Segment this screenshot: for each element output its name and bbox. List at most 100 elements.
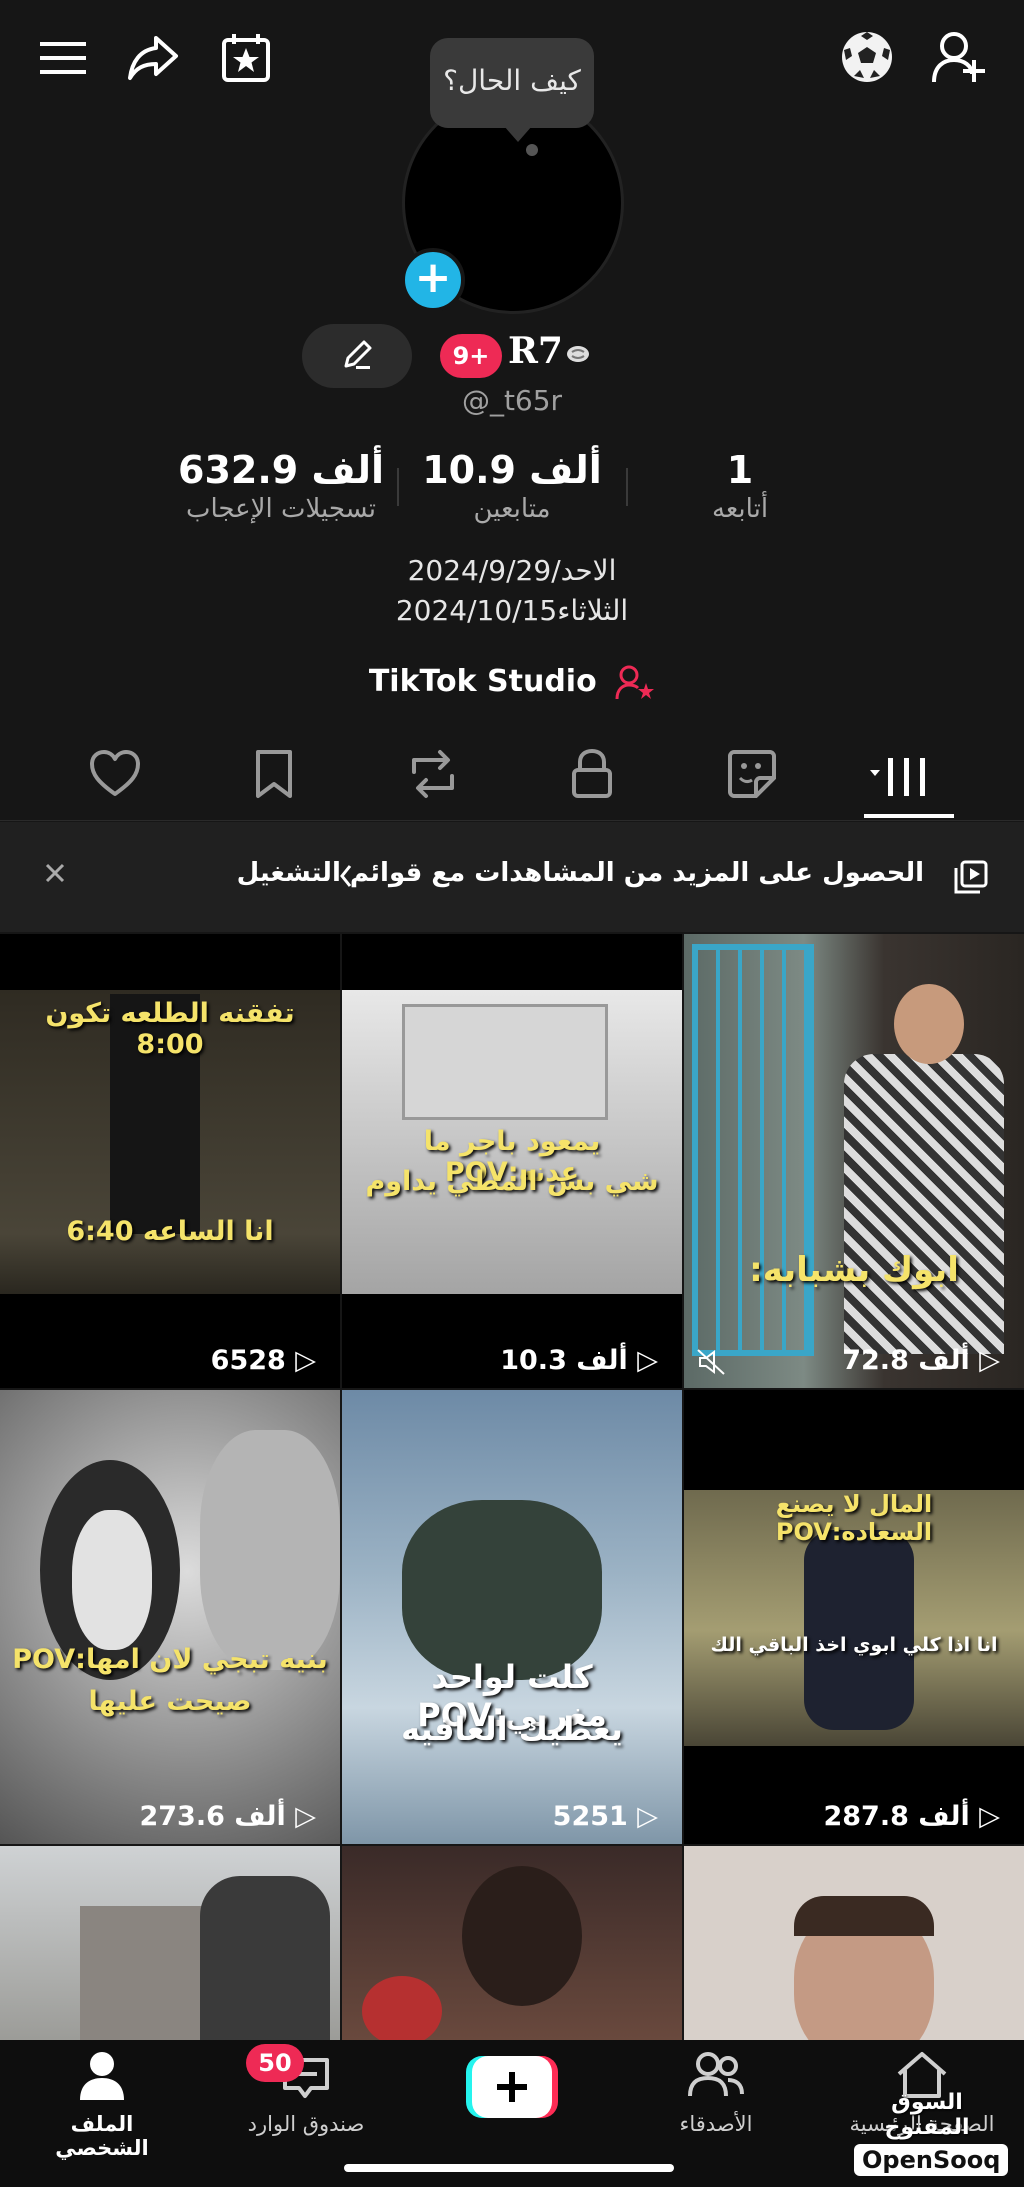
video-thumbnail[interactable]: كلت لواحد مغربي:POV يعطيك العافيه 5251 ▷ bbox=[342, 1390, 682, 1844]
view-count-text: 72.8 ألف bbox=[842, 1345, 970, 1376]
opensooq-watermark: السوق المفتوح OpenSooq bbox=[854, 2090, 1009, 2176]
video-thumbnail[interactable]: ابوك بشبابه: 72.8 ألف ▷ bbox=[684, 934, 1024, 1388]
profile-tabs bbox=[0, 740, 1024, 820]
bio-line-2: الثلاثاء2024/10/15 bbox=[395, 594, 629, 627]
status-bubble-text: كيف الحال؟ bbox=[443, 64, 581, 97]
view-count: 273.6 ألف ▷ bbox=[139, 1801, 316, 1832]
person-icon bbox=[78, 2050, 126, 2100]
video-caption: المال لا يصنع السعاده:POV bbox=[775, 1490, 933, 1546]
stat-likes-label: تسجيلات الإعجاب bbox=[185, 494, 377, 524]
view-count-text: 10.3 ألف bbox=[500, 1345, 628, 1376]
stat-likes-value: 632.9 ألف bbox=[178, 448, 384, 492]
divider bbox=[626, 468, 628, 506]
inbox-badge: 50 bbox=[246, 2044, 304, 2082]
add-friend-icon[interactable] bbox=[932, 30, 988, 84]
stat-followers-value: 10.9 ألف bbox=[422, 448, 602, 492]
nav-friends[interactable]: الأصدقاء bbox=[636, 2050, 796, 2136]
watermark-english: OpenSooq bbox=[854, 2144, 1009, 2176]
profile-handle: @_t65r bbox=[461, 384, 563, 417]
tab-videos[interactable] bbox=[866, 748, 958, 808]
bubble-dot bbox=[526, 144, 538, 156]
thumbnail-window bbox=[402, 1004, 608, 1120]
view-count: 72.8 ألف ▷ bbox=[842, 1345, 1000, 1376]
playlist-icon bbox=[954, 860, 988, 894]
video-caption: يعطيك العافيه bbox=[401, 1710, 623, 1748]
thumbnail-face bbox=[72, 1510, 152, 1650]
home-indicator bbox=[344, 2164, 674, 2172]
video-thumbnail[interactable]: بنيه تبجي لان امها:POV صيحت عليها 273.6 … bbox=[0, 1390, 340, 1844]
stat-following[interactable]: 1 أتابعه bbox=[660, 448, 820, 524]
thumbnail-crowd bbox=[362, 1976, 442, 2046]
edit-profile-button[interactable] bbox=[302, 324, 412, 388]
thumbnail-figure bbox=[402, 1500, 602, 1680]
mute-icon bbox=[696, 1348, 726, 1376]
share-icon[interactable] bbox=[126, 34, 180, 82]
banner-text: الحصول على المزيد من المشاهدات مع قوائم … bbox=[236, 858, 924, 888]
create-button[interactable] bbox=[466, 2056, 558, 2118]
person-star-icon bbox=[615, 665, 655, 701]
watermark-arabic: السوق المفتوح bbox=[884, 2090, 970, 2140]
video-caption: بنيه تبجي لان امها:POV bbox=[12, 1644, 328, 1675]
friends-icon bbox=[688, 2050, 744, 2100]
tiktok-studio-link[interactable]: TikTok Studio bbox=[0, 664, 1024, 701]
brain-icon bbox=[566, 344, 590, 364]
thumbnail-window-bars bbox=[692, 944, 814, 1356]
add-avatar-button[interactable]: + bbox=[401, 248, 465, 312]
soccer-ball-icon[interactable] bbox=[840, 30, 894, 84]
video-thumbnail[interactable]: المال لا يصنع السعاده:POV انا اذا كلي اب… bbox=[684, 1390, 1024, 1844]
thumbnail-figure bbox=[844, 1054, 1004, 1354]
nav-profile-label: الملف الشخصي bbox=[55, 2112, 149, 2160]
pencil-icon bbox=[340, 338, 374, 372]
view-count: 287.8 ألف ▷ bbox=[823, 1801, 1000, 1832]
stat-followers-label: متابعين bbox=[473, 494, 551, 524]
tabs-border bbox=[0, 820, 1024, 821]
thumbnail-figure bbox=[200, 1876, 330, 2046]
active-tab-indicator bbox=[864, 814, 954, 818]
view-count-text: 287.8 ألف bbox=[823, 1801, 970, 1832]
divider bbox=[397, 468, 399, 506]
playlist-banner[interactable]: الحصول على المزيد من المشاهدات مع قوائم … bbox=[0, 822, 1024, 932]
thumbnail-hair bbox=[794, 1896, 934, 1936]
video-caption: انا اذا كلي ابوي اخذ الباقي الك bbox=[710, 1634, 998, 1656]
thumbnail-face bbox=[894, 984, 964, 1064]
video-caption: تفقنه الطلعه تكون 8:00 bbox=[45, 998, 295, 1060]
video-thumbnail[interactable] bbox=[0, 1846, 340, 2046]
tab-liked[interactable] bbox=[88, 748, 148, 808]
view-count: 5251 ▷ bbox=[552, 1801, 658, 1832]
video-thumbnail[interactable]: تفقنه الطلعه تكون 8:00 انا الساعه 6:40 6… bbox=[0, 934, 340, 1388]
stat-followers[interactable]: 10.9 ألف متابعين bbox=[420, 448, 604, 524]
view-count: 10.3 ألف ▷ bbox=[500, 1345, 658, 1376]
stat-following-label: أتابعه bbox=[711, 494, 769, 524]
thumbnail-crowd bbox=[462, 1866, 582, 2006]
video-caption: صيحت عليها bbox=[88, 1686, 252, 1717]
tiktok-studio-label: TikTok Studio bbox=[368, 664, 597, 699]
level-badge: 9+ bbox=[440, 334, 502, 378]
profile-name: R7 bbox=[508, 330, 563, 372]
tab-stickers[interactable] bbox=[726, 748, 786, 808]
video-thumbnail[interactable] bbox=[342, 1846, 682, 2046]
nav-inbox-label: صندوق الوارد bbox=[247, 2112, 365, 2136]
thumbnail-face bbox=[200, 1430, 340, 1670]
tab-private[interactable] bbox=[570, 748, 630, 808]
video-caption: انا الساعه 6:40 bbox=[66, 1216, 274, 1247]
stat-following-value: 1 bbox=[726, 448, 754, 492]
close-icon[interactable] bbox=[44, 862, 66, 884]
view-count-text: 273.6 ألف bbox=[139, 1801, 286, 1832]
video-thumbnail[interactable] bbox=[684, 1846, 1024, 2046]
tab-saved[interactable] bbox=[254, 748, 314, 808]
view-count-text: 6528 bbox=[210, 1345, 286, 1376]
video-caption: ابوك بشبابه: bbox=[749, 1250, 959, 1290]
status-bubble[interactable]: كيف الحال؟ bbox=[430, 38, 594, 142]
thumbnail-figure bbox=[804, 1530, 914, 1730]
thumbnail-building bbox=[80, 1906, 220, 2046]
video-caption: شي بس المطي يداوم bbox=[365, 1166, 659, 1197]
nav-friends-label: الأصدقاء bbox=[679, 2112, 753, 2136]
menu-icon[interactable] bbox=[40, 38, 86, 78]
video-thumbnail[interactable]: يمعود باجر ما عدنه:POV شي بس المطي يداوم… bbox=[342, 934, 682, 1388]
stat-likes: 632.9 ألف تسجيلات الإعجاب bbox=[176, 448, 386, 524]
calendar-star-icon[interactable] bbox=[220, 32, 272, 84]
view-count-text: 5251 bbox=[552, 1801, 628, 1832]
tab-reposts[interactable] bbox=[406, 748, 466, 808]
view-count: 6528 ▷ bbox=[210, 1345, 316, 1376]
nav-profile[interactable]: الملف الشخصي bbox=[22, 2050, 182, 2160]
